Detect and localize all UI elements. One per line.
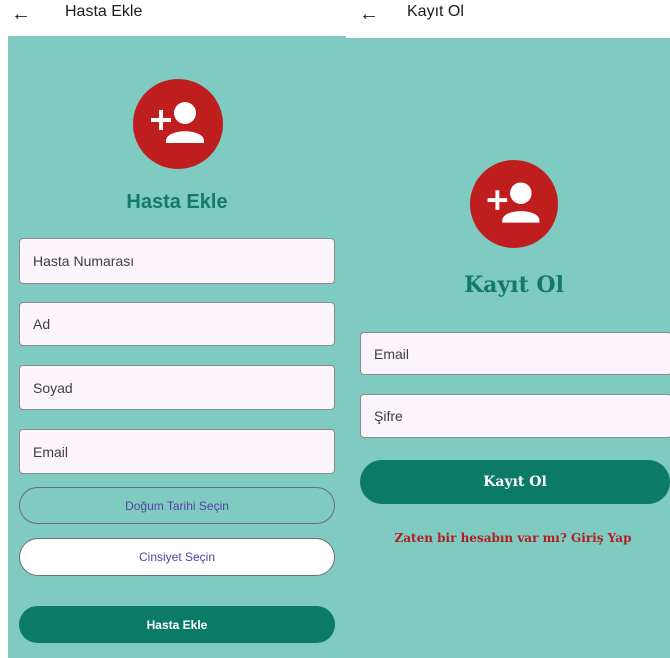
email-field[interactable]: Email xyxy=(360,332,670,375)
app-bar-title: Hasta Ekle xyxy=(65,3,143,20)
kayit-ol-button[interactable]: Kayıt Ol xyxy=(360,460,670,504)
kayit-ol-screen: ← Kayıt Ol Kayıt Ol Email Şifre Kayıt Ol… xyxy=(346,0,670,658)
person-add-icon xyxy=(133,79,223,169)
cinsiyet-button[interactable]: Cinsiyet Seçin xyxy=(19,538,335,576)
email-field[interactable]: Email xyxy=(19,429,335,474)
app-bar-title: Kayıt Ol xyxy=(407,3,464,20)
hasta-ekle-button[interactable]: Hasta Ekle xyxy=(19,606,335,643)
hasta-ekle-screen: ← Hasta Ekle Hasta Ekle Hasta Numarası A… xyxy=(0,0,346,658)
page-title: Kayıt Ol xyxy=(464,272,564,298)
form-container: Kayıt Ol Email Şifre Kayıt Ol Zaten bir … xyxy=(346,38,670,658)
person-add-icon xyxy=(470,160,558,248)
soyad-field[interactable]: Soyad xyxy=(19,365,335,410)
ad-field[interactable]: Ad xyxy=(19,302,335,346)
form-container: Hasta Ekle Hasta Numarası Ad Soyad Email… xyxy=(8,36,346,658)
back-arrow-icon[interactable]: ← xyxy=(11,0,31,28)
login-link[interactable]: Zaten bir hesabın var mı? Giriş Yap xyxy=(346,531,670,545)
hasta-numarasi-field[interactable]: Hasta Numarası xyxy=(19,238,335,284)
page-title: Hasta Ekle xyxy=(126,191,228,213)
app-bar: ← Kayıt Ol xyxy=(346,0,670,38)
app-bar: ← Hasta Ekle xyxy=(0,0,346,34)
sifre-field[interactable]: Şifre xyxy=(360,394,670,438)
dogum-tarihi-button[interactable]: Doğum Tarihi Seçin xyxy=(19,487,335,524)
back-arrow-icon[interactable]: ← xyxy=(359,0,379,28)
